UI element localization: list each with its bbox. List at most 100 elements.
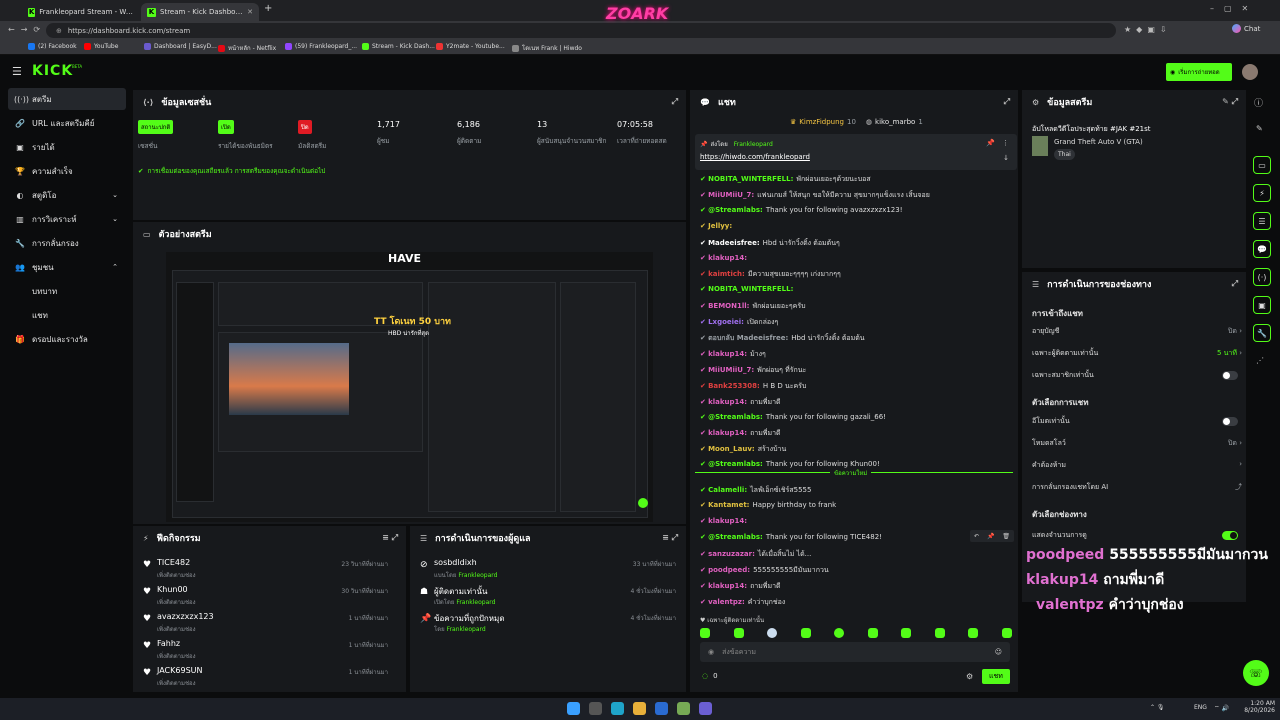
- file-explorer-icon[interactable]: [633, 702, 646, 715]
- chat-message[interactable]: ✔ MiiUMiiU_7: แฟนเกมส์ ให้สนุก ขอให้มีควา…: [700, 190, 1010, 201]
- chat-message[interactable]: ✔ Bank253308: H B D นะครับ: [700, 381, 1010, 392]
- setting-viewer-count[interactable]: แสดงจำนวนการดู: [1032, 530, 1242, 544]
- sidebar-item-community[interactable]: 👥 ชุมชน ⌃: [8, 256, 126, 278]
- setting-banned-words[interactable]: คำต้องห้าม ›: [1032, 460, 1242, 474]
- emote-icon[interactable]: [867, 628, 878, 638]
- chat-username[interactable]: Bank253308:: [708, 382, 760, 390]
- chat-username[interactable]: Madeeisfree:: [708, 239, 760, 247]
- chat-username[interactable]: Kantamet:: [708, 501, 749, 509]
- chat-message[interactable]: ✔ BEMON1ll: พักผ่อนเยอะๆครับ: [700, 301, 1010, 312]
- external-link-icon[interactable]: ⤴: [1235, 482, 1242, 492]
- close-tab-icon[interactable]: ✕: [247, 8, 253, 16]
- chat-username[interactable]: NOBITA_WINTERFELL:: [708, 175, 793, 183]
- chat-message[interactable]: ✔ @Streamlabs: Thank you for following ga…: [700, 413, 1010, 421]
- emote-icon[interactable]: [733, 628, 744, 638]
- chat-username[interactable]: @Streamlabs:: [708, 533, 763, 541]
- clock[interactable]: 1:20 AM 8/20/2026: [1241, 700, 1275, 714]
- send-chat-button[interactable]: แชท: [982, 669, 1010, 684]
- edit-popout-icons[interactable]: ✎ ⤢: [1222, 97, 1238, 107]
- sidebar-item-analytics[interactable]: ▥ การวิเคราะห์ ⌄: [8, 208, 126, 230]
- chat-button[interactable]: Chat: [1232, 24, 1260, 33]
- unpin-icon[interactable]: 📌: [986, 139, 995, 147]
- emoji-icon[interactable]: ☺: [995, 648, 1002, 656]
- chat-username[interactable]: klakup14:: [708, 429, 747, 437]
- bookmark-twitch[interactable]: (59) Frankleopard_...: [285, 43, 357, 50]
- chat-username[interactable]: klakup14:: [708, 517, 747, 525]
- filter-popout-icons[interactable]: ≡ ⤢: [382, 533, 398, 543]
- chat-input[interactable]: ◉ ส่งข้อความ ☺: [700, 642, 1010, 662]
- message-actions[interactable]: ↶ 📌 🗑: [970, 530, 1014, 542]
- address-bar[interactable]: ⊕ https://dashboard.kick.com/stream: [46, 23, 1116, 38]
- bookmark-y2mate[interactable]: Y2mate - Youtube...: [436, 43, 505, 50]
- chat-username[interactable]: klakup14:: [708, 350, 747, 358]
- rail-button-list[interactable]: ☰: [1253, 212, 1271, 230]
- setting-subscribers-only[interactable]: เฉพาะสมาชิกเท่านั้น: [1032, 370, 1242, 384]
- chat-message[interactable]: ✔ Madeeisfree: Hbd น่ารักวิ้งติ้ง ต้อมต้น…: [700, 238, 1010, 249]
- chat-username[interactable]: @Streamlabs:: [708, 413, 763, 421]
- more-vertical-icon[interactable]: ⋮: [1002, 139, 1009, 147]
- sidebar-item-moderation[interactable]: 🔧 การกลั่นกรอง: [8, 232, 126, 254]
- chat-username[interactable]: MiiUMiiU_7:: [708, 191, 754, 199]
- chat-message[interactable]: ✔ Calamelli: ไลฟ์เอ็กซ์เชิร์ส5555: [700, 485, 1010, 496]
- pin-icon[interactable]: 📌: [987, 533, 994, 540]
- reply-icon[interactable]: ↶: [974, 533, 979, 540]
- chat-message[interactable]: ✔ kaimtich: มีความสุขเยอะๆๆๆๆ เก่งมากๆๆ: [700, 269, 1010, 280]
- subscribers-only-toggle[interactable]: [1222, 371, 1238, 380]
- chat-username[interactable]: klakup14:: [708, 254, 747, 262]
- chat-username[interactable]: Jellyy:: [708, 222, 732, 230]
- bookmark-youtube[interactable]: YouTube: [84, 43, 118, 50]
- rail-button-chat[interactable]: 💬: [1253, 240, 1271, 258]
- chat-settings-icon[interactable]: ⚙: [966, 672, 973, 681]
- emote-icon[interactable]: [1001, 628, 1012, 638]
- chat-message[interactable]: ✔ sanzuzazar: ได้เมื่อสิ้นไม่ ได้...: [700, 549, 1010, 560]
- chat-username[interactable]: kaimtich:: [708, 270, 745, 278]
- trash-icon[interactable]: 🗑: [1002, 533, 1010, 540]
- chat-username[interactable]: poodpeed:: [708, 566, 750, 574]
- bookmark-netflix[interactable]: หน้าหลัก - Netflix: [218, 43, 276, 53]
- popout-icon[interactable]: ⤢: [1004, 97, 1010, 107]
- bookmark-hiwdo[interactable]: โดเนท Frank | Hiwdo: [512, 43, 582, 53]
- chat-username[interactable]: klakup14:: [708, 398, 747, 406]
- share-icon[interactable]: ⋰: [1256, 356, 1264, 365]
- extensions-icons[interactable]: ★◆▣⇩: [1124, 25, 1172, 34]
- steam-icon[interactable]: [655, 702, 668, 715]
- sidebar-item-achievements[interactable]: 🏆 ความสำเร็จ: [8, 160, 126, 182]
- pinned-link[interactable]: https://hiwdo.com/frankleopard: [700, 153, 810, 161]
- chat-message[interactable]: ✔ klakup14:: [700, 517, 1010, 525]
- chat-message[interactable]: ✔ @Streamlabs: Thank you for following av…: [700, 206, 1010, 214]
- info-icon[interactable]: ⓘ: [1254, 96, 1263, 109]
- popout-icon[interactable]: ⤢: [1232, 279, 1238, 289]
- sidebar-item-url-key[interactable]: 🔗 URL และสตรีมคีย์: [8, 112, 126, 134]
- collapse-icon[interactable]: ↓: [1003, 154, 1009, 162]
- setting-account-age[interactable]: อายุบัญชี ปิด ›: [1032, 326, 1242, 340]
- chat-message[interactable]: ✔ klakup14:: [700, 254, 1010, 262]
- tab-frankleopard-stream[interactable]: K Frankleopard Stream - Watch Live: [22, 3, 140, 21]
- emote-only-toggle[interactable]: [1222, 417, 1238, 426]
- sidebar-item-drops[interactable]: 🎁 ดรอปและรางวัล: [8, 328, 126, 350]
- chat-message[interactable]: ✔ Lxgoeiei: เปิดกล่องๆ: [700, 317, 1010, 328]
- emote-icon[interactable]: [901, 628, 912, 638]
- rail-button-card[interactable]: ▭: [1253, 156, 1271, 174]
- discord-icon[interactable]: [699, 702, 712, 715]
- sidebar-item-stream[interactable]: ((·)) สตรีม: [8, 88, 126, 110]
- popout-icon[interactable]: ⤢: [672, 97, 678, 107]
- emote-icon[interactable]: [934, 628, 945, 638]
- chat-username[interactable]: @Streamlabs:: [708, 460, 763, 468]
- avatar[interactable]: [1242, 64, 1258, 80]
- chat-username[interactable]: MiiUMiiU_7:: [708, 366, 754, 374]
- setting-slow-mode[interactable]: โหมดสโลว์ ปิด ›: [1032, 438, 1242, 452]
- stream-video[interactable]: HAVE TT โดเนท 50 บาท HBD น่ารักที่สุด: [166, 252, 653, 522]
- emote-icon[interactable]: [968, 628, 979, 638]
- chat-username[interactable]: ตอบกลับ Madeeisfree:: [708, 334, 788, 342]
- bookmark-kick[interactable]: Stream - Kick Dash...: [362, 43, 435, 50]
- tray-icons[interactable]: ⌃ 🎙: [1150, 704, 1165, 711]
- nav-arrows-icon[interactable]: ←→⟳: [8, 25, 46, 34]
- site-info-icon[interactable]: ⊕: [56, 27, 62, 35]
- sidebar-item-studio[interactable]: ◐ สตูดิโอ ⌄: [8, 184, 126, 206]
- chat-username[interactable]: Calamelli:: [708, 486, 747, 494]
- new-tab-button[interactable]: +: [264, 3, 272, 14]
- bookmark-easydonate[interactable]: Dashboard | EasyD...: [144, 43, 217, 50]
- sidebar-item-roles[interactable]: บทบาท: [8, 280, 126, 302]
- sidebar-item-chat[interactable]: แชท: [8, 304, 126, 326]
- bookmark-facebook[interactable]: (2) Facebook: [28, 43, 77, 50]
